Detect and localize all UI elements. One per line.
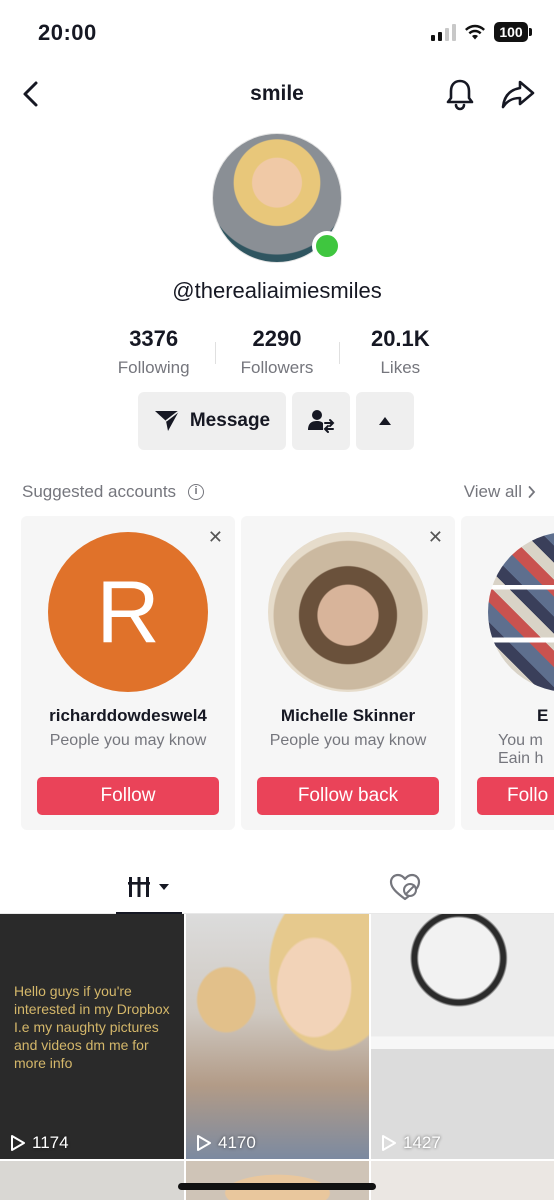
- video-caption: Hello guys if you're interested in my Dr…: [14, 983, 170, 1071]
- suggested-accounts-carousel[interactable]: ✕ R richarddowdeswel4 People you may kno…: [21, 516, 554, 830]
- suggested-avatar[interactable]: [488, 532, 554, 692]
- chevron-right-icon: [528, 486, 536, 498]
- suggested-avatar[interactable]: R: [48, 532, 208, 692]
- status-icons: 100: [431, 22, 532, 42]
- play-icon: [11, 1135, 25, 1151]
- view-count-value: 1174: [32, 1133, 69, 1152]
- stat-value: 3376: [129, 326, 179, 351]
- user-swap-icon: [308, 410, 335, 433]
- message-button-label: Message: [189, 410, 271, 431]
- dismiss-icon[interactable]: ✕: [428, 528, 443, 546]
- profile-header: smile: [0, 66, 554, 122]
- video-thumbnail[interactable]: [186, 1161, 369, 1200]
- status-bar: 20:00 100: [0, 0, 554, 66]
- battery-icon: 100: [494, 22, 532, 42]
- info-icon[interactable]: i: [188, 484, 205, 500]
- suggested-account-reason: You m Eain h: [498, 732, 544, 767]
- video-grid: Hello guys if you're interested in my Dr…: [0, 914, 554, 1200]
- view-count-value: 4170: [218, 1133, 256, 1152]
- dismiss-icon[interactable]: ✕: [208, 528, 223, 546]
- video-thumbnail[interactable]: [371, 1161, 554, 1200]
- suggested-avatar[interactable]: [268, 532, 428, 692]
- suggested-account-card[interactable]: ✕ R richarddowdeswel4 People you may kno…: [21, 516, 235, 830]
- suggested-accounts-title: Suggested accounts i: [22, 482, 205, 502]
- view-count-value: 1427: [403, 1133, 441, 1152]
- suggested-account-card[interactable]: E You m Eain h Follo: [461, 516, 554, 830]
- follow-button[interactable]: Follo: [477, 777, 554, 815]
- status-time: 20:00: [38, 20, 97, 45]
- videos-grid-icon: [128, 877, 150, 897]
- battery-level: 100: [494, 22, 528, 42]
- view-all-label: View all: [463, 482, 522, 501]
- suggested-accounts-label: Suggested accounts: [22, 482, 177, 501]
- tab-videos[interactable]: [116, 862, 182, 914]
- video-thumbnail[interactable]: [0, 1161, 184, 1200]
- view-all-link[interactable]: View all: [464, 482, 536, 502]
- share-icon[interactable]: [500, 76, 536, 112]
- stat-likes[interactable]: 20.1K Likes: [338, 326, 462, 378]
- profile-username: @therealiaimiesmiles: [172, 278, 382, 303]
- message-button[interactable]: Message: [138, 392, 286, 450]
- video-thumbnail[interactable]: 1427: [371, 914, 554, 1159]
- bell-icon[interactable]: [444, 76, 476, 112]
- collapse-suggestions-button[interactable]: [356, 392, 414, 450]
- stat-value: 2290: [252, 326, 302, 351]
- online-status-indicator: [312, 231, 342, 261]
- home-indicator[interactable]: [178, 1183, 376, 1190]
- triangle-up-icon: [379, 417, 391, 425]
- play-icon: [197, 1135, 211, 1151]
- suggested-account-reason: People you may know: [269, 732, 427, 749]
- view-count: 4170: [196, 1133, 256, 1153]
- follow-back-button[interactable]: Follow back: [257, 777, 439, 815]
- profile-avatar-container: [212, 133, 342, 263]
- stat-following[interactable]: 3376 Following: [92, 326, 215, 378]
- profile-tabs: [0, 862, 554, 914]
- stat-followers[interactable]: 2290 Followers: [215, 326, 338, 378]
- liked-hidden-icon[interactable]: [388, 872, 422, 902]
- caret-down-icon: [159, 884, 169, 890]
- profile-actions: Message: [138, 392, 414, 450]
- stat-label: Followers: [240, 358, 314, 377]
- video-thumbnail[interactable]: 4170: [186, 914, 369, 1159]
- play-icon: [382, 1135, 396, 1151]
- suggested-account-card[interactable]: ✕ Michelle Skinner People you may know F…: [241, 516, 455, 830]
- stat-value: 20.1K: [370, 326, 430, 351]
- view-count: 1174: [10, 1133, 69, 1153]
- suggested-account-name: richarddowdeswel4: [49, 706, 207, 725]
- suggested-accounts-header: Suggested accounts i View all: [22, 482, 536, 506]
- suggested-account-name: E: [537, 706, 549, 725]
- follow-status-button[interactable]: [292, 392, 350, 450]
- video-thumbnail[interactable]: Hello guys if you're interested in my Dr…: [0, 914, 184, 1159]
- stat-label: Likes: [380, 358, 421, 377]
- signal-icon: [431, 23, 456, 41]
- send-icon: [154, 410, 180, 431]
- wifi-icon: [465, 24, 485, 40]
- suggested-account-reason: People you may know: [49, 732, 207, 749]
- follow-button[interactable]: Follow: [37, 777, 219, 815]
- view-count: 1427: [381, 1133, 441, 1153]
- profile-stats: 3376 Following 2290 Followers 20.1K Like…: [92, 326, 462, 378]
- stat-label: Following: [117, 358, 190, 377]
- suggested-account-name: Michelle Skinner: [280, 706, 416, 725]
